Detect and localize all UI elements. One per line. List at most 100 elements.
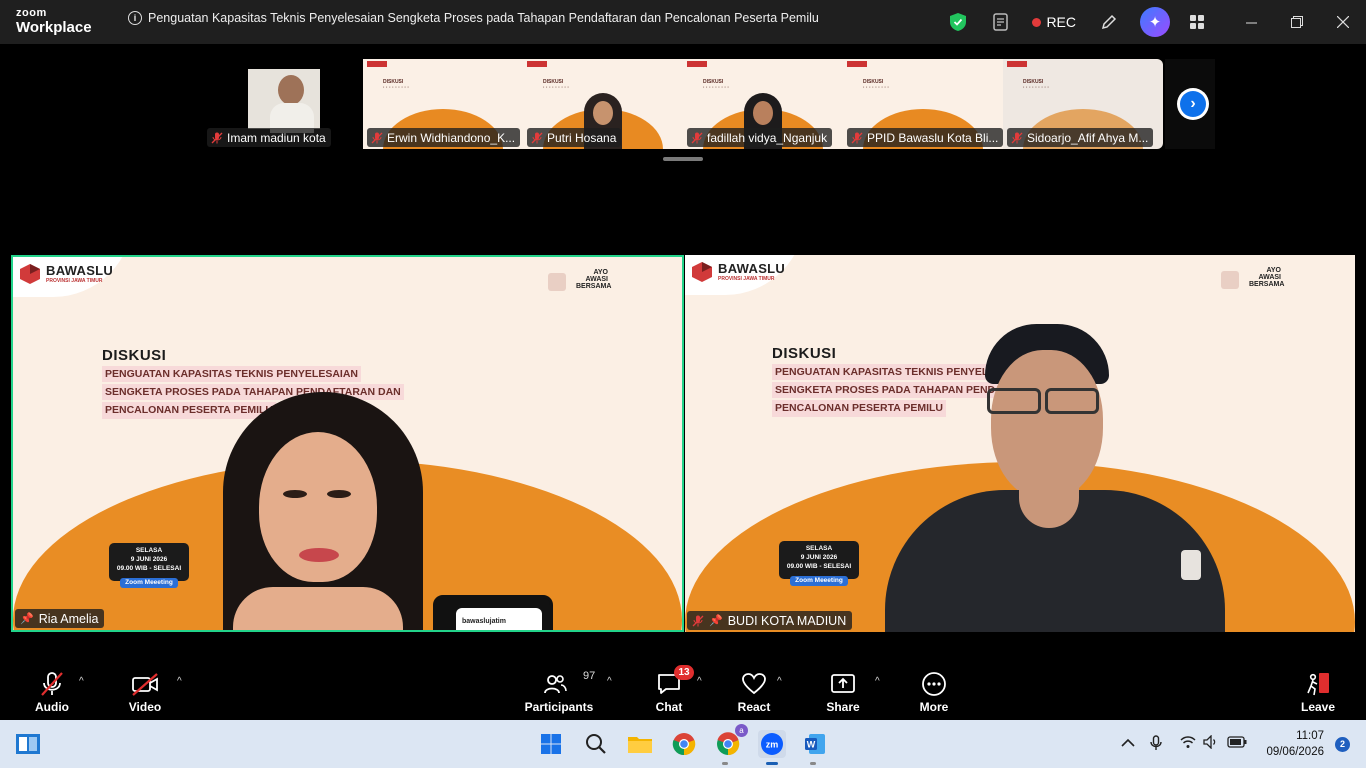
- volume-icon[interactable]: [1203, 734, 1219, 752]
- participant-name: BUDI KOTA MADIUN: [727, 613, 847, 628]
- share-options-caret-icon[interactable]: ^: [875, 676, 880, 687]
- participant-name: PPID Bawaslu Kota Bli...: [867, 130, 999, 145]
- mic-muted-icon: [851, 132, 863, 144]
- participants-button[interactable]: 97 Participants: [525, 662, 596, 720]
- recording-indicator[interactable]: REC: [1032, 14, 1076, 30]
- participant-name: Putri Hosana: [547, 130, 617, 145]
- active-app-indicator: [766, 762, 778, 765]
- ayo-awasi-logo: AYO AWASI BERSAMA: [576, 269, 612, 290]
- org-sub: PROVINSI JAWA TIMUR: [718, 276, 775, 282]
- apps-grid-icon[interactable]: [1186, 11, 1208, 33]
- audio-options-caret-icon[interactable]: ^: [79, 676, 84, 687]
- word-icon[interactable]: W: [801, 730, 829, 758]
- event-platform: Zoom Meeeting: [790, 576, 848, 586]
- org-name: BAWASLU: [718, 261, 786, 276]
- wifi-icon[interactable]: [1180, 735, 1196, 752]
- mic-muted-icon: [1011, 132, 1023, 144]
- file-explorer-icon[interactable]: [626, 730, 654, 758]
- profile-badge: a: [735, 724, 748, 737]
- security-shield-icon[interactable]: [950, 13, 967, 31]
- react-options-caret-icon[interactable]: ^: [777, 676, 782, 687]
- svg-text:zm: zm: [766, 740, 779, 750]
- video-button[interactable]: Video: [126, 662, 164, 720]
- zoom-app-icon[interactable]: zm: [758, 730, 786, 758]
- mic-muted-icon: [531, 132, 543, 144]
- notification-badge[interactable]: 2: [1335, 737, 1350, 752]
- event-date: 9 JUNI 2026: [130, 555, 168, 563]
- clock-time: 11:07: [1296, 730, 1324, 742]
- close-button[interactable]: [1320, 0, 1366, 44]
- org-sub: PROVINSI JAWA TIMUR: [46, 278, 103, 284]
- participant-thumbnail[interactable]: DISKUSI · · · · · · · · · fadillah vidya_…: [683, 59, 843, 149]
- task-view-icon[interactable]: [14, 730, 42, 758]
- participant-name: fadillah vidya_Nganjuk: [707, 130, 828, 145]
- mic-muted-icon: [39, 671, 65, 697]
- share-label: Share: [826, 700, 860, 714]
- title-bar: zoom Workplace i Penguatan Kapasitas Tek…: [0, 0, 1366, 44]
- participant-name-tag: 📌 BUDI KOTA MADIUN: [687, 611, 853, 630]
- next-page-button[interactable]: ›: [1177, 88, 1209, 120]
- participant-thumbnail[interactable]: DISKUSI · · · · · · · · · Sidoarjo_Afif A…: [1003, 59, 1163, 149]
- system-clock[interactable]: 11:07 09/06/2026: [1266, 729, 1324, 760]
- chat-button[interactable]: 13 Chat: [651, 662, 694, 720]
- participant-name-tag: Imam madiun kota: [207, 128, 331, 147]
- battery-icon[interactable]: [1227, 735, 1247, 751]
- audio-button[interactable]: Audio: [33, 662, 71, 720]
- bawaslu-logo: BAWASLU PROVINSI JAWA TIMUR: [19, 263, 113, 285]
- react-button[interactable]: React: [734, 662, 774, 720]
- video-tile-active-speaker[interactable]: BAWASLU PROVINSI JAWA TIMUR AYO AWASI BER…: [11, 255, 684, 632]
- slide-line: PENGUATAN KAPASITAS TEKNIS PENYELESAIAN: [102, 366, 361, 383]
- strip-resize-handle[interactable]: [663, 157, 703, 161]
- microphone-tray-icon[interactable]: [1150, 735, 1162, 754]
- participant-name-tag: fadillah vidya_Nganjuk: [687, 128, 833, 147]
- video-options-caret-icon[interactable]: ^: [177, 676, 182, 687]
- meeting-title: Penguatan Kapasitas Teknis Penyelesaian …: [148, 11, 819, 25]
- search-icon[interactable]: [582, 730, 610, 758]
- participant-name-tag: Erwin Widhiandono_K...: [367, 128, 521, 147]
- event-time: 09.00 WIB - SELESAI: [116, 564, 182, 572]
- notes-icon[interactable]: [990, 11, 1012, 33]
- video-tile[interactable]: BAWASLU PROVINSI JAWA TIMUR AYO AWASI BER…: [685, 255, 1355, 632]
- pin-icon: 📌: [20, 613, 34, 625]
- windows-taskbar: a zm W 11:07 09/06/2026 2: [0, 720, 1366, 768]
- participant-name: Ria Amelia: [38, 611, 99, 626]
- minimize-button[interactable]: [1228, 0, 1274, 44]
- more-dots-icon: [921, 671, 947, 697]
- brand-top: zoom: [16, 7, 47, 19]
- meeting-title-area: i Penguatan Kapasitas Teknis Penyelesaia…: [128, 11, 819, 25]
- slide-heading: DISKUSI: [102, 347, 167, 364]
- show-hidden-icons-chevron-icon[interactable]: [1121, 735, 1135, 751]
- participant-video: [845, 320, 1245, 632]
- mic-muted-icon: [211, 132, 223, 144]
- record-dot-icon: [1032, 17, 1042, 27]
- participant-name: Erwin Widhiandono_K...: [387, 130, 516, 145]
- leave-door-icon: [1305, 671, 1331, 697]
- clock-date: 09/06/2026: [1266, 745, 1324, 758]
- participant-thumbnail[interactable]: DISKUSI · · · · · · · · · PPID Bawaslu Ko…: [843, 59, 1003, 149]
- share-screen-icon: [830, 671, 856, 697]
- brand-bottom: Workplace: [16, 19, 92, 36]
- chrome-icon[interactable]: [670, 730, 698, 758]
- audio-label: Audio: [35, 700, 69, 714]
- participant-thumbnail[interactable]: DISKUSI · · · · · · · · · Erwin Widhiando…: [363, 59, 523, 149]
- restore-button[interactable]: [1274, 0, 1320, 44]
- participant-thumbnail[interactable]: DISKUSI · · · · · · · · · Putri Hosana: [523, 59, 683, 149]
- more-label: More: [919, 700, 949, 714]
- participants-options-caret-icon[interactable]: ^: [607, 676, 612, 687]
- participant-name-tag: PPID Bawaslu Kota Bli...: [847, 128, 1003, 147]
- event-date-box: SELASA 9 JUNI 2026 09.00 WIB - SELESAI: [109, 543, 189, 581]
- info-icon[interactable]: i: [128, 11, 142, 25]
- chrome-profile-icon[interactable]: a: [714, 724, 748, 758]
- share-button[interactable]: Share: [824, 662, 862, 720]
- chat-unread-badge: 13: [674, 665, 694, 680]
- windows-start-icon[interactable]: [537, 730, 565, 758]
- annotate-pencil-icon[interactable]: [1098, 11, 1120, 33]
- more-button[interactable]: More: [916, 662, 952, 720]
- participant-name-tag: Putri Hosana: [527, 128, 622, 147]
- ai-companion-icon[interactable]: ✦: [1140, 7, 1170, 37]
- chat-options-caret-icon[interactable]: ^: [697, 676, 702, 687]
- leave-button[interactable]: Leave: [1300, 662, 1336, 720]
- org-name: BAWASLU: [46, 263, 114, 278]
- participant-thumbnail[interactable]: Imam madiun kota: [203, 59, 340, 149]
- react-label: React: [737, 700, 771, 714]
